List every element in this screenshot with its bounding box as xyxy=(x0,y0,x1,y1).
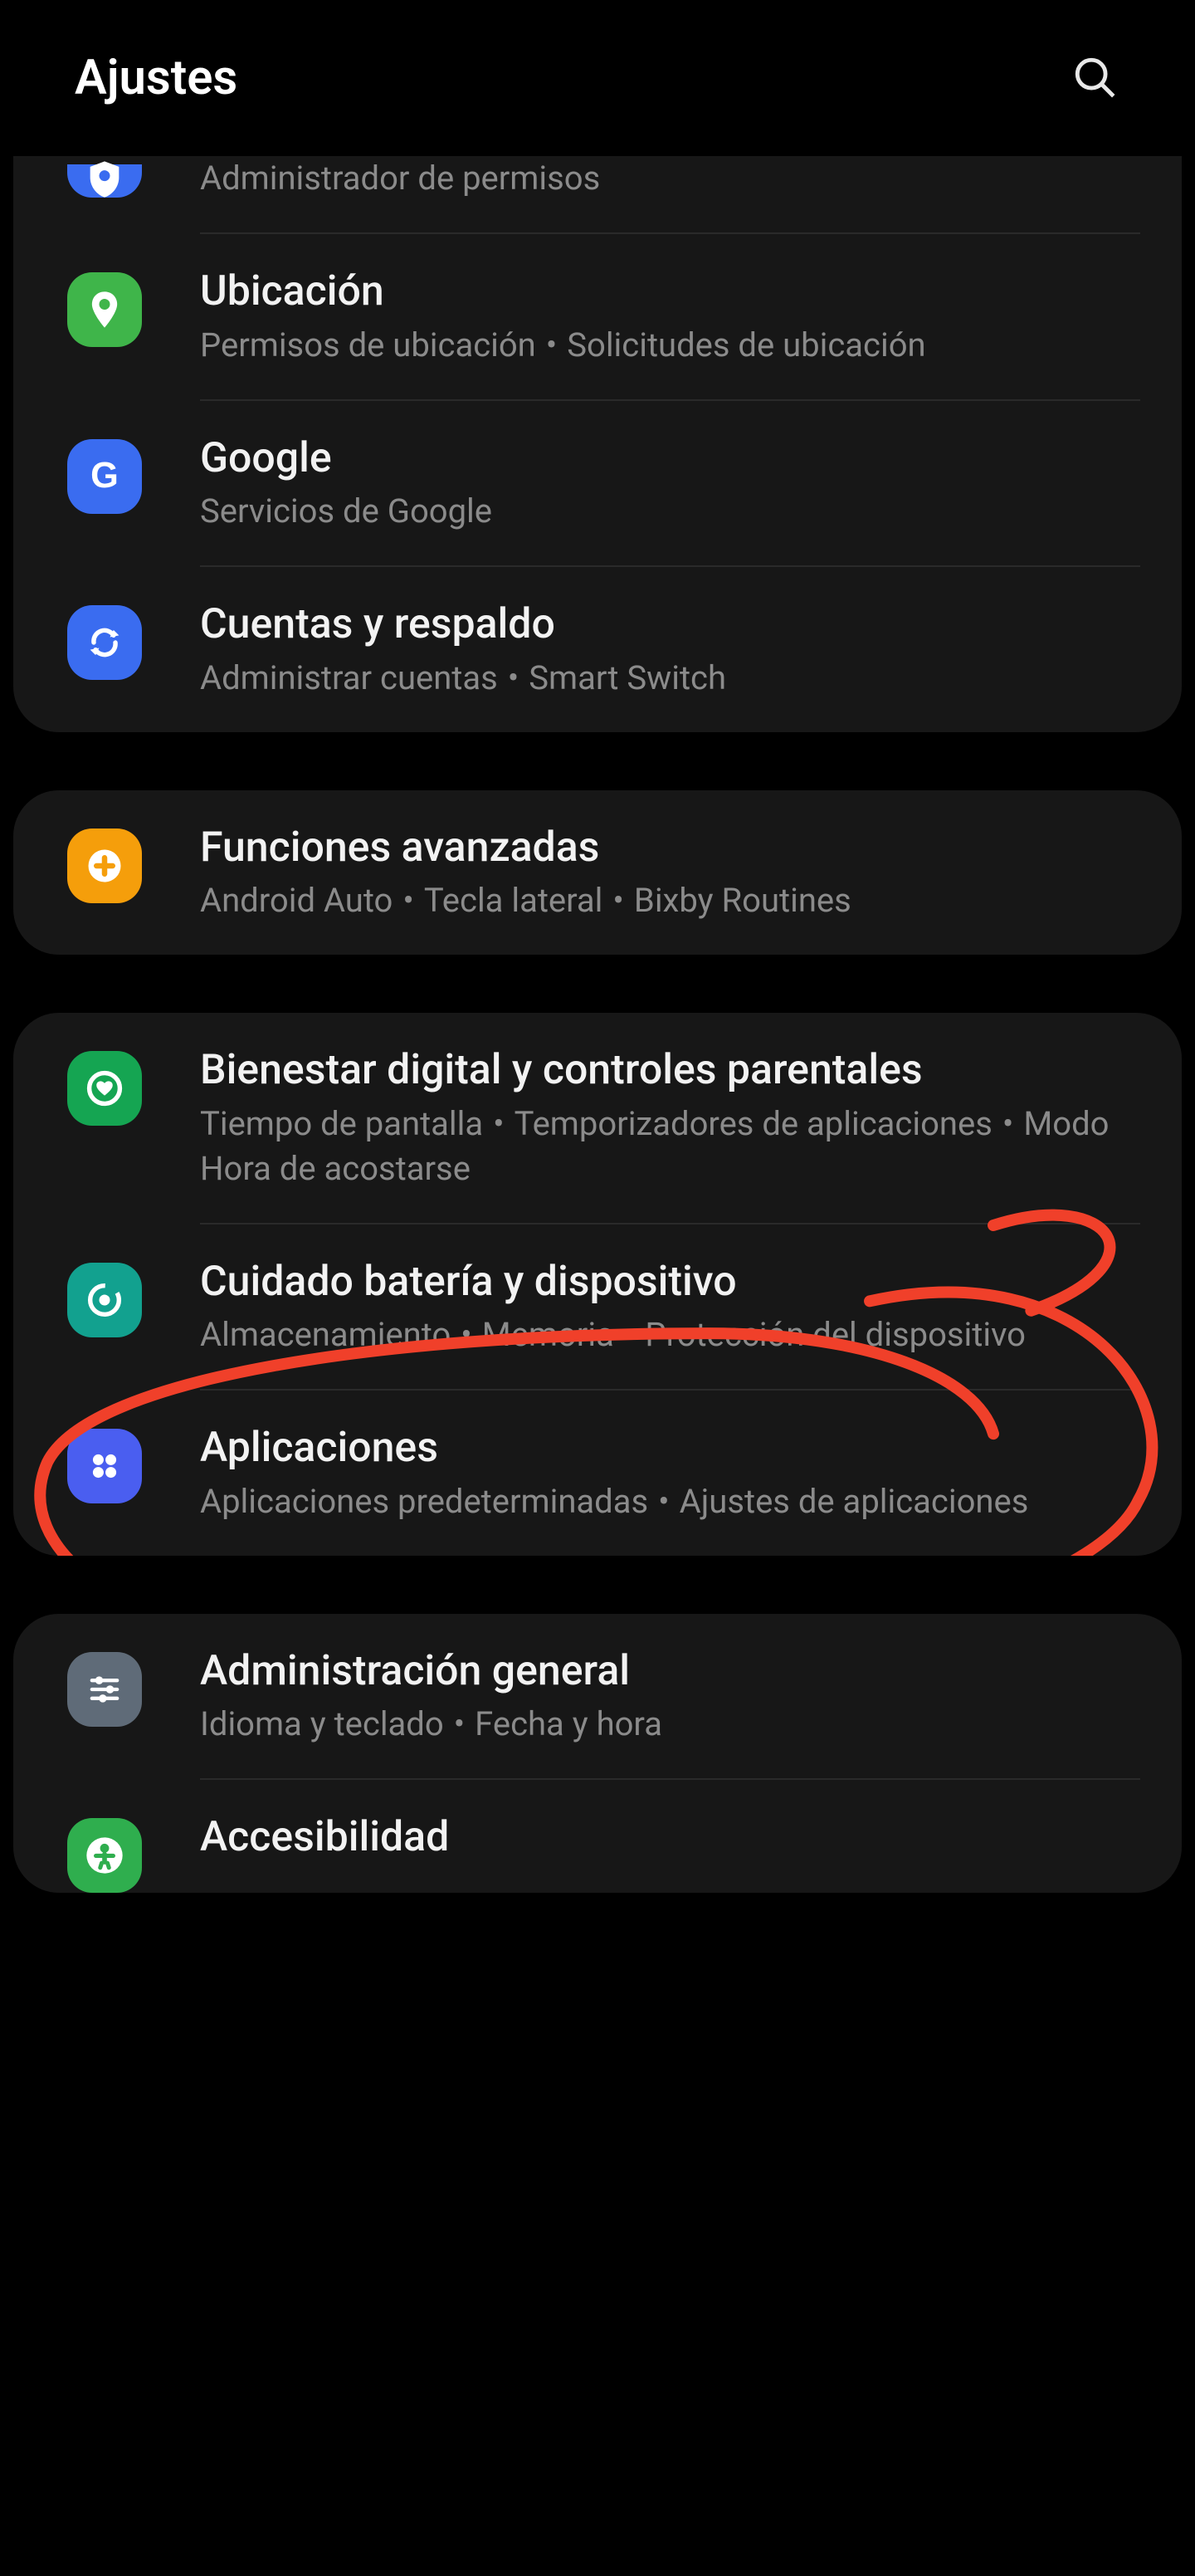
search-button[interactable] xyxy=(1071,53,1120,103)
subtitle-part: Android Auto xyxy=(200,881,393,920)
person-icon xyxy=(67,1818,142,1893)
heart-ring-icon xyxy=(67,1051,142,1126)
subtitle-part: Permisos de ubicación xyxy=(200,325,536,364)
settings-item-subtitle: Permisos de ubicación •Solicitudes de ubi… xyxy=(200,323,1140,368)
subtitle-part: Ajustes de aplicaciones xyxy=(680,1482,1029,1521)
sliders-icon xyxy=(67,1652,142,1727)
search-icon xyxy=(1071,54,1119,102)
settings-item-title: Funciones avanzadas xyxy=(200,822,1140,874)
settings-item-subtitle: Aplicaciones predeterminadas • Ajustes de … xyxy=(200,1479,1140,1524)
subtitle-part: Temporizadores de aplicaciones xyxy=(515,1104,993,1143)
subtitle-part: Solicitudes de ubicación xyxy=(567,325,925,364)
pin-icon xyxy=(67,272,142,347)
settings-item-subtitle: Idioma y teclado •Fecha y hora xyxy=(200,1702,1140,1747)
settings-item-text: Funciones avanzadasAndroid Auto•Tecla la… xyxy=(200,822,1140,924)
subtitle-part: Tecla lateral xyxy=(424,881,603,920)
separator-dot: • xyxy=(402,881,414,920)
settings-group: Funciones avanzadasAndroid Auto•Tecla la… xyxy=(13,790,1182,956)
separator-dot: • xyxy=(493,1104,505,1143)
settings-group: Bienestar digital y controles parentales… xyxy=(13,1013,1182,1556)
separator-dot: • xyxy=(508,658,519,697)
settings-item-title: Google xyxy=(200,433,1140,485)
settings-group: Administración general Idioma y teclado •F… xyxy=(13,1614,1182,1894)
separator-dot: • xyxy=(461,1315,472,1354)
settings-item-accounts[interactable]: Cuentas y respaldo Administrar cuentas • Sm… xyxy=(13,567,1182,732)
google-icon xyxy=(67,439,142,514)
settings-item-text: Ubicación Permisos de ubicación •Solicitud… xyxy=(200,266,1140,368)
separator-dot: • xyxy=(1002,1104,1014,1143)
settings-item-google[interactable]: Google Servicios de Google xyxy=(13,401,1182,566)
settings-item-title: Accesibilidad xyxy=(200,1811,1140,1864)
settings-item-apps[interactable]: Aplicaciones Aplicaciones predeterminadas… xyxy=(13,1391,1182,1556)
settings-item-advanced[interactable]: Funciones avanzadasAndroid Auto•Tecla la… xyxy=(13,790,1182,956)
settings-item-title: Cuidado batería y dispositivo xyxy=(200,1256,1140,1308)
apps-icon xyxy=(67,1429,142,1503)
separator-dot: • xyxy=(454,1704,466,1743)
subtitle-part: Administrar cuentas xyxy=(200,658,498,697)
subtitle-part: Bixby Routines xyxy=(634,881,851,920)
settings-item-general[interactable]: Administración general Idioma y teclado •F… xyxy=(13,1614,1182,1779)
subtitle-part: Fecha y hora xyxy=(475,1704,662,1743)
separator-dot: • xyxy=(546,325,558,364)
settings-item-subtitle: Android Auto•Tecla lateral•Bixby Routine… xyxy=(200,878,1140,923)
subtitle-part: Servicios de Google xyxy=(200,491,492,530)
settings-item-text: Cuentas y respaldo Administrar cuentas • Sm… xyxy=(200,599,1140,701)
settings-item-text: Administrador de permisos xyxy=(200,156,1140,201)
settings-item-wellbeing[interactable]: Bienestar digital y controles parentales… xyxy=(13,1013,1182,1223)
settings-item-subtitle: Almacenamiento•Memoria•Protección del di… xyxy=(200,1312,1140,1357)
settings-item-text: Aplicaciones Aplicaciones predeterminadas… xyxy=(200,1422,1140,1524)
shield-icon xyxy=(67,164,142,198)
subtitle-part: Memoria xyxy=(482,1315,614,1354)
subtitle-part: Smart Switch xyxy=(529,658,726,697)
settings-item-text: Cuidado batería y dispositivo Almacenamie… xyxy=(200,1256,1140,1358)
settings-item-subtitle: Administrador de permisos xyxy=(200,156,1140,201)
settings-item-text: Google Servicios de Google xyxy=(200,433,1140,535)
settings-item-title: Ubicación xyxy=(200,266,1140,318)
settings-item-subtitle: Tiempo de pantalla•Temporizadores de apl… xyxy=(200,1102,1140,1191)
subtitle-part: Administrador de permisos xyxy=(200,159,600,198)
settings-group: Administrador de permisos Ubicación Permis… xyxy=(13,156,1182,732)
subtitle-part: Almacenamiento xyxy=(200,1315,451,1354)
page-title: Ajustes xyxy=(75,50,237,106)
settings-item-subtitle: Servicios de Google xyxy=(200,489,1140,534)
settings-item-privacy[interactable]: Administrador de permisos xyxy=(13,156,1182,232)
ring-dot-icon xyxy=(67,1263,142,1337)
subtitle-part: Idioma y teclado xyxy=(200,1704,444,1743)
app-header: Ajustes xyxy=(0,0,1195,156)
settings-item-title: Aplicaciones xyxy=(200,1422,1140,1474)
subtitle-part: Aplicaciones predeterminadas xyxy=(200,1482,648,1521)
settings-item-devicecare[interactable]: Cuidado batería y dispositivo Almacenamie… xyxy=(13,1224,1182,1390)
separator-dot: • xyxy=(658,1482,670,1521)
settings-item-title: Administración general xyxy=(200,1645,1140,1698)
sync-icon xyxy=(67,605,142,680)
separator-dot: • xyxy=(612,881,624,920)
settings-item-location[interactable]: Ubicación Permisos de ubicación •Solicitud… xyxy=(13,234,1182,399)
settings-item-text: Administración general Idioma y teclado •F… xyxy=(200,1645,1140,1747)
settings-item-subtitle: Administrar cuentas • Smart Switch xyxy=(200,656,1140,701)
subtitle-part: Protección del dispositivo xyxy=(645,1315,1026,1354)
settings-item-text: Bienestar digital y controles parentales… xyxy=(200,1044,1140,1191)
settings-item-title: Bienestar digital y controles parentales xyxy=(200,1044,1140,1097)
separator-dot: • xyxy=(624,1315,636,1354)
settings-item-title: Cuentas y respaldo xyxy=(200,599,1140,651)
settings-item-text: Accesibilidad xyxy=(200,1811,1140,1869)
subtitle-part: Tiempo de pantalla xyxy=(200,1104,483,1143)
settings-list: Administrador de permisos Ubicación Permis… xyxy=(0,156,1195,1893)
plus-icon xyxy=(67,829,142,903)
settings-item-accessibility[interactable]: Accesibilidad xyxy=(13,1780,1182,1893)
